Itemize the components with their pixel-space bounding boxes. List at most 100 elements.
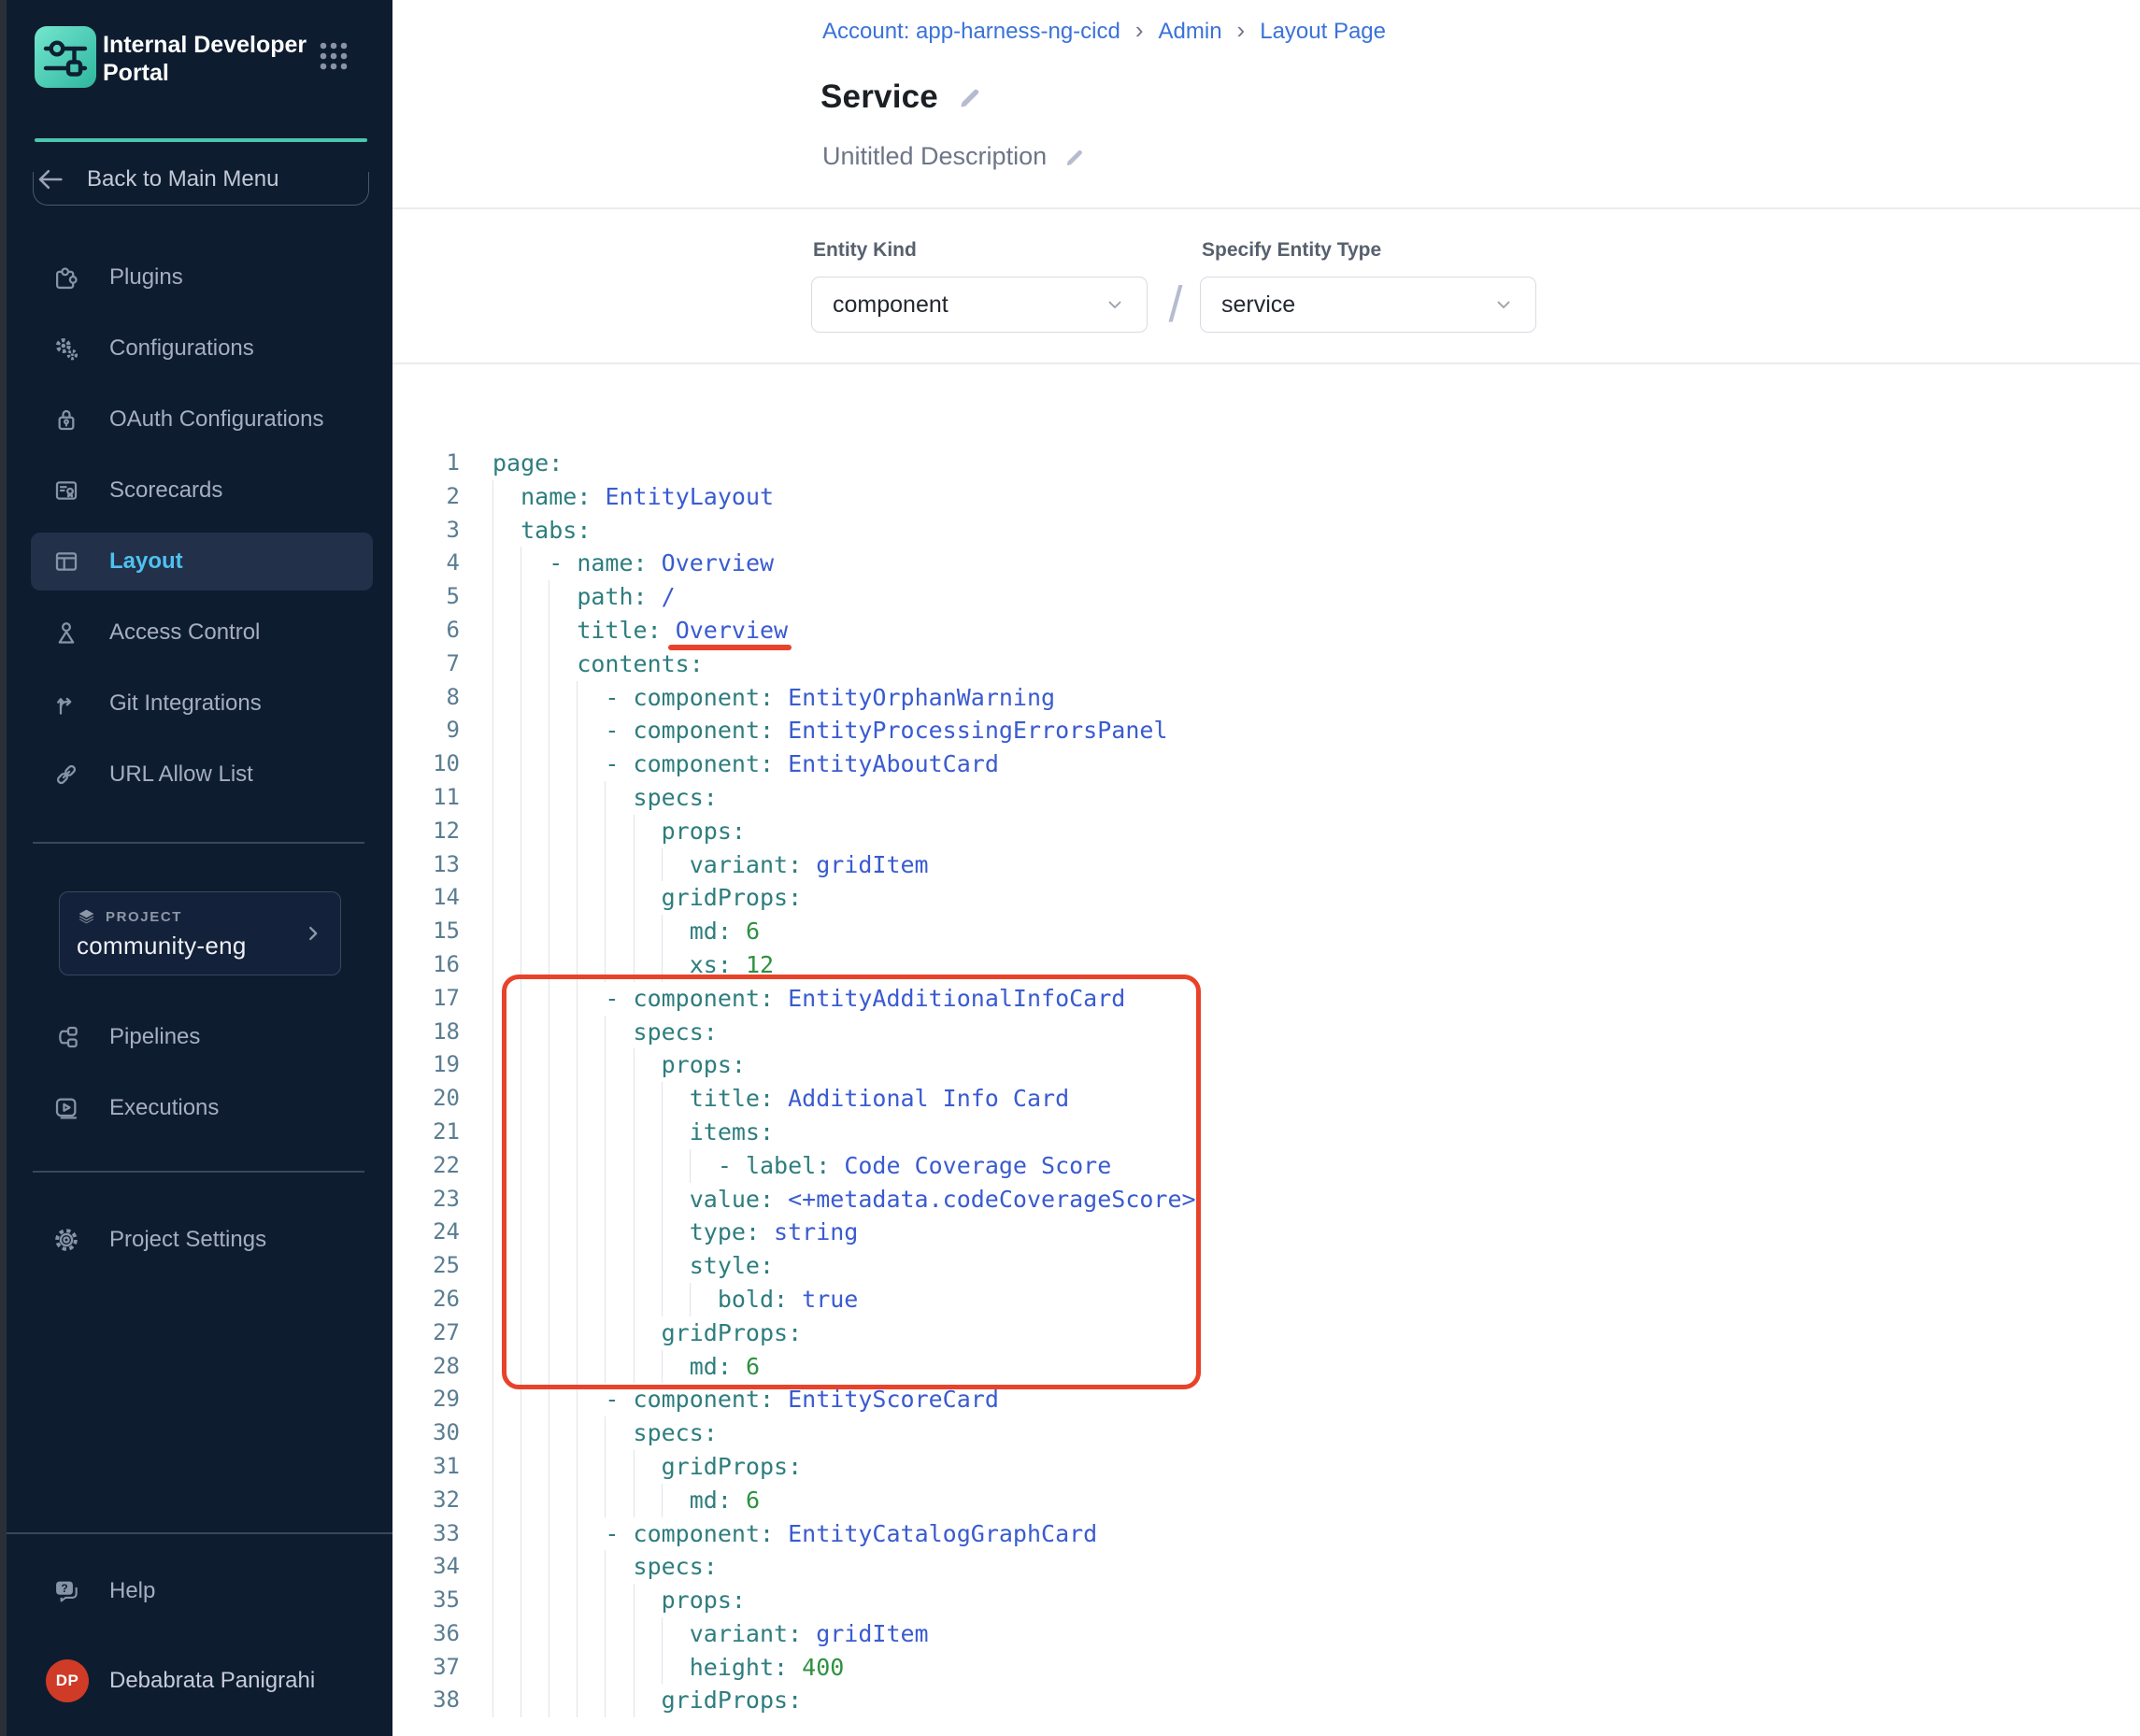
- avatar: DP: [46, 1659, 89, 1702]
- sidebar-item-layout[interactable]: Layout: [31, 533, 373, 591]
- yaml-editor[interactable]: 1page:2 name: EntityLayout3 tabs:4 - nam…: [392, 447, 2140, 1736]
- indent-guide: [634, 1116, 635, 1149]
- line-number: 34: [411, 1550, 460, 1584]
- indent-guide: [492, 647, 493, 681]
- line-number: 26: [411, 1283, 460, 1316]
- indent-guide: [634, 1450, 635, 1484]
- sidebar-item-access-control[interactable]: Access Control: [31, 604, 373, 662]
- indent-guide: [605, 1183, 606, 1217]
- indent-guide: [605, 915, 606, 948]
- layout-icon: [50, 545, 83, 578]
- indent-guide: [634, 848, 635, 882]
- sidebar-item-label: Configurations: [109, 335, 254, 362]
- back-to-main-menu-label: Back to Main Menu: [87, 166, 278, 192]
- indent-guide: [577, 948, 578, 982]
- code-line: 27 gridProps:: [411, 1316, 2140, 1350]
- indent-guide: [634, 948, 635, 982]
- edit-description-pencil-icon[interactable]: [1063, 146, 1086, 168]
- indent-guide: [577, 1484, 578, 1517]
- breadcrumb: Account: app-harness-ng-cicd›Admin›Layou…: [822, 19, 1386, 45]
- line-number: 13: [411, 848, 460, 882]
- code-line: 28 md: 6: [411, 1350, 2140, 1384]
- sidebar-item-url-allow-list[interactable]: URL Allow List: [31, 746, 373, 804]
- sidebar-item-executions[interactable]: Executions: [31, 1079, 373, 1137]
- indent-guide: [605, 1283, 606, 1316]
- indent-guide: [492, 1484, 493, 1517]
- lock-icon: [50, 403, 83, 436]
- indent-guide: [577, 1350, 578, 1384]
- code-line: 25 style:: [411, 1249, 2140, 1283]
- sidebar-item-label: URL Allow List: [109, 761, 253, 788]
- edit-title-pencil-icon[interactable]: [957, 84, 983, 110]
- code-line: 32 md: 6: [411, 1484, 2140, 1517]
- sidebar-item-label: Executions: [109, 1095, 219, 1121]
- sidebar-item-pipelines[interactable]: Pipelines: [31, 1008, 373, 1066]
- code-line: 24 type: string: [411, 1216, 2140, 1249]
- indent-guide: [577, 747, 578, 781]
- indent-guide: [577, 1149, 578, 1183]
- sidebar-item-configurations[interactable]: Configurations: [31, 320, 373, 377]
- breadcrumb-link[interactable]: Admin: [1159, 19, 1222, 45]
- entity-type-select[interactable]: service: [1200, 277, 1536, 333]
- sidebar-item-label: Project Settings: [109, 1227, 266, 1253]
- app-title: Internal Developer Portal: [103, 31, 308, 87]
- indent-guide: [577, 1316, 578, 1350]
- sidebar-item-plugins[interactable]: Plugins: [31, 249, 373, 306]
- sidebar-item-label: Git Integrations: [109, 690, 262, 717]
- sidebar-item-oauth-configurations[interactable]: OAuth Configurations: [31, 391, 373, 448]
- sidebar-item-project-settings[interactable]: Project Settings: [31, 1211, 373, 1269]
- indent-guide: [690, 1283, 691, 1316]
- indent-guide: [662, 915, 663, 948]
- indent-guide: [492, 1183, 493, 1217]
- indent-guide: [634, 1048, 635, 1082]
- line-number: 18: [411, 1016, 460, 1049]
- line-number: 15: [411, 915, 460, 948]
- indent-guide: [492, 982, 493, 1016]
- arrow-left-icon: [35, 164, 66, 195]
- indent-guide: [605, 948, 606, 982]
- indent-guide: [577, 1651, 578, 1685]
- sidebar: Internal Developer Portal Back to Main M…: [0, 0, 392, 1736]
- indent-guide: [605, 781, 606, 815]
- sidebar-item-scorecards[interactable]: Scorecards: [31, 462, 373, 519]
- line-number: 2: [411, 480, 460, 514]
- project-selector[interactable]: PROJECT community-eng: [59, 891, 341, 975]
- apps-grid-icon[interactable]: [319, 41, 349, 71]
- code-line: 35 props:: [411, 1584, 2140, 1617]
- code-line: 4 - name: Overview: [411, 547, 2140, 580]
- header-divider: [392, 207, 2140, 209]
- svg-text:?: ?: [61, 1582, 67, 1595]
- indent-guide: [577, 1450, 578, 1484]
- indent-guide: [634, 1684, 635, 1717]
- indent-guide: [634, 915, 635, 948]
- person-icon: [50, 616, 83, 649]
- indent-guide: [634, 1183, 635, 1217]
- breadcrumb-link[interactable]: Account: app-harness-ng-cicd: [822, 19, 1120, 45]
- code-line: 6 title: Overview: [411, 614, 2140, 647]
- code-line: 14 gridProps:: [411, 881, 2140, 915]
- code-line: 8 - component: EntityOrphanWarning: [411, 681, 2140, 715]
- sidebar-item-git-integrations[interactable]: Git Integrations: [31, 675, 373, 733]
- line-number: 21: [411, 1116, 460, 1149]
- indent-guide: [577, 915, 578, 948]
- line-number: 23: [411, 1183, 460, 1217]
- indent-guide: [634, 1249, 635, 1283]
- breadcrumb-link[interactable]: Layout Page: [1260, 19, 1386, 45]
- code-line: 21 items:: [411, 1116, 2140, 1149]
- code-line: 18 specs:: [411, 1016, 2140, 1049]
- user-name: Debabrata Panigrahi: [109, 1668, 315, 1694]
- indent-guide: [605, 1484, 606, 1517]
- line-number: 28: [411, 1350, 460, 1384]
- user-menu[interactable]: DP Debabrata Panigrahi: [46, 1659, 315, 1702]
- indent-guide: [662, 1116, 663, 1149]
- line-number: 19: [411, 1048, 460, 1082]
- line-number: 20: [411, 1082, 460, 1116]
- code-line: 1page:: [411, 447, 2140, 480]
- indent-guide: [662, 1350, 663, 1384]
- entity-kind-select[interactable]: component: [811, 277, 1148, 333]
- indent-guide: [605, 1617, 606, 1651]
- sidebar-item-help[interactable]: ?Help: [31, 1562, 373, 1620]
- back-to-main-menu-button[interactable]: Back to Main Menu: [35, 153, 367, 206]
- indent-guide: [492, 1149, 493, 1183]
- indent-guide: [662, 948, 663, 982]
